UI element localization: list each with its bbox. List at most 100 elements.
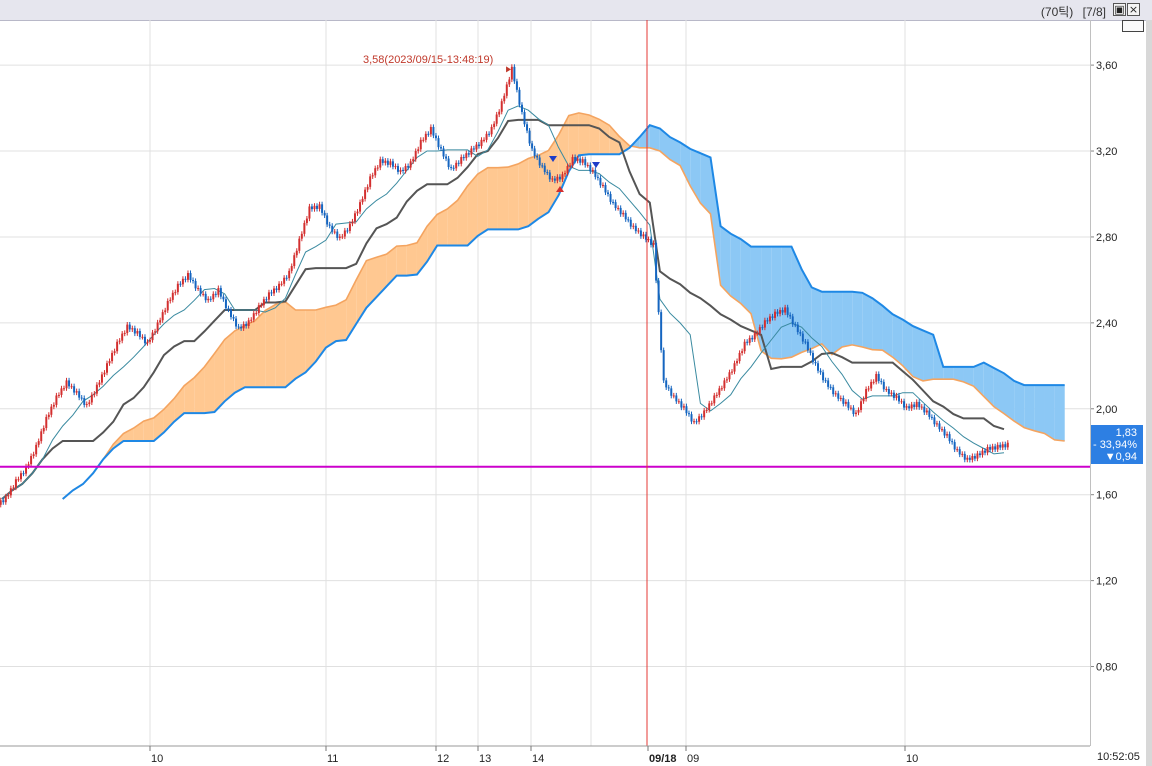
candle-body bbox=[571, 157, 574, 166]
candle-body bbox=[589, 164, 592, 172]
candle-body bbox=[156, 322, 159, 332]
candle-body bbox=[260, 305, 263, 307]
candle-body bbox=[194, 280, 197, 289]
candle-body bbox=[68, 380, 71, 387]
candle-body bbox=[994, 446, 997, 450]
candle-body bbox=[326, 215, 329, 225]
candle-body bbox=[703, 410, 706, 418]
candle-body bbox=[346, 230, 349, 232]
cloud-segment bbox=[781, 246, 792, 359]
candle-body bbox=[52, 404, 55, 407]
candle-body bbox=[756, 333, 759, 335]
candle-body bbox=[336, 231, 339, 238]
candle-body bbox=[356, 211, 359, 214]
candle-body bbox=[42, 427, 45, 432]
candle-body bbox=[290, 266, 293, 271]
candle-body bbox=[35, 444, 38, 455]
current-price-badge: 1,83 - 33,94% ▼0,94 bbox=[1091, 425, 1143, 464]
cloud-segment bbox=[1044, 385, 1055, 440]
candle-body bbox=[245, 323, 248, 326]
candle-body bbox=[371, 175, 374, 177]
candle-body bbox=[14, 479, 17, 488]
candle-body bbox=[604, 184, 607, 193]
candle-body bbox=[908, 406, 911, 409]
candle-body bbox=[121, 333, 124, 341]
candle-body bbox=[860, 401, 863, 410]
candle-body bbox=[910, 404, 913, 409]
candle-body bbox=[252, 313, 255, 320]
candle-body bbox=[1001, 444, 1004, 448]
candle-body bbox=[768, 316, 771, 322]
candle-body bbox=[844, 401, 847, 404]
candle-body bbox=[364, 189, 367, 199]
candle-body bbox=[417, 149, 420, 152]
cloud-segment bbox=[204, 353, 215, 414]
candle-body bbox=[662, 350, 665, 381]
candle-body bbox=[493, 123, 496, 127]
cloud-segment bbox=[912, 326, 924, 381]
candle-body bbox=[763, 320, 766, 328]
candle-body bbox=[715, 394, 718, 396]
x-tick-label: 12 bbox=[437, 753, 449, 765]
cloud-segment bbox=[457, 185, 468, 246]
candle-body bbox=[657, 280, 660, 313]
candle-body bbox=[288, 270, 291, 279]
candle-body bbox=[728, 372, 731, 380]
candle-body bbox=[116, 341, 119, 352]
candle-body bbox=[720, 388, 723, 390]
candle-body bbox=[212, 293, 215, 300]
candle-body bbox=[930, 416, 933, 418]
candle-body bbox=[667, 387, 670, 389]
candle-body bbox=[495, 114, 498, 124]
change-value: ▼0,94 bbox=[1104, 451, 1137, 463]
candle-body bbox=[164, 310, 167, 313]
candle-body bbox=[505, 84, 508, 96]
candle-body bbox=[470, 148, 473, 155]
ichimoku-chart[interactable]: 3,603,202,802,402,001,601,200,8010 11 12 13… bbox=[0, 0, 1152, 766]
candle-body bbox=[424, 133, 427, 140]
candle-body bbox=[467, 153, 470, 155]
candle-body bbox=[30, 456, 33, 465]
candle-body bbox=[227, 308, 230, 310]
candle-body bbox=[718, 388, 721, 395]
candle-body bbox=[47, 414, 50, 417]
candle-body bbox=[599, 177, 602, 186]
right-scroll-strip[interactable] bbox=[1146, 20, 1152, 766]
cloud-segment bbox=[872, 298, 883, 351]
candle-body bbox=[285, 277, 288, 279]
candle-body bbox=[379, 159, 382, 168]
candle-body bbox=[207, 298, 210, 301]
candle-body bbox=[62, 388, 65, 390]
candle-body bbox=[12, 487, 15, 489]
candle-body bbox=[789, 314, 792, 317]
candle-body bbox=[872, 381, 875, 383]
candle-body bbox=[154, 331, 157, 333]
cloud-segment bbox=[255, 310, 266, 388]
candle-body bbox=[536, 155, 539, 158]
candle-body bbox=[685, 406, 688, 414]
cloud-segment bbox=[184, 377, 195, 414]
candle-body bbox=[690, 414, 693, 422]
candle-body bbox=[553, 178, 556, 181]
high-price-annotation: 3,58(2023/09/15-13:48:19) bbox=[363, 54, 494, 66]
candle-body bbox=[184, 278, 187, 280]
candle-body bbox=[622, 212, 625, 215]
candle-body bbox=[520, 104, 523, 112]
candle-body bbox=[526, 124, 529, 131]
candle-body bbox=[32, 454, 35, 457]
cloud-segment bbox=[244, 320, 256, 388]
candle-body bbox=[991, 446, 994, 450]
candle-body bbox=[141, 336, 144, 338]
candle-body bbox=[708, 403, 711, 410]
candle-body bbox=[956, 449, 959, 451]
cloud-segment bbox=[366, 257, 377, 308]
candle-body bbox=[1006, 442, 1009, 448]
cloud-segment bbox=[336, 299, 347, 342]
x-tick-label: 11 bbox=[327, 753, 338, 765]
candle-body bbox=[786, 307, 789, 315]
candle-body bbox=[265, 299, 268, 301]
candle-body bbox=[677, 401, 680, 403]
candle-body bbox=[771, 316, 774, 318]
candle-body bbox=[80, 397, 83, 399]
candle-body bbox=[885, 389, 888, 391]
